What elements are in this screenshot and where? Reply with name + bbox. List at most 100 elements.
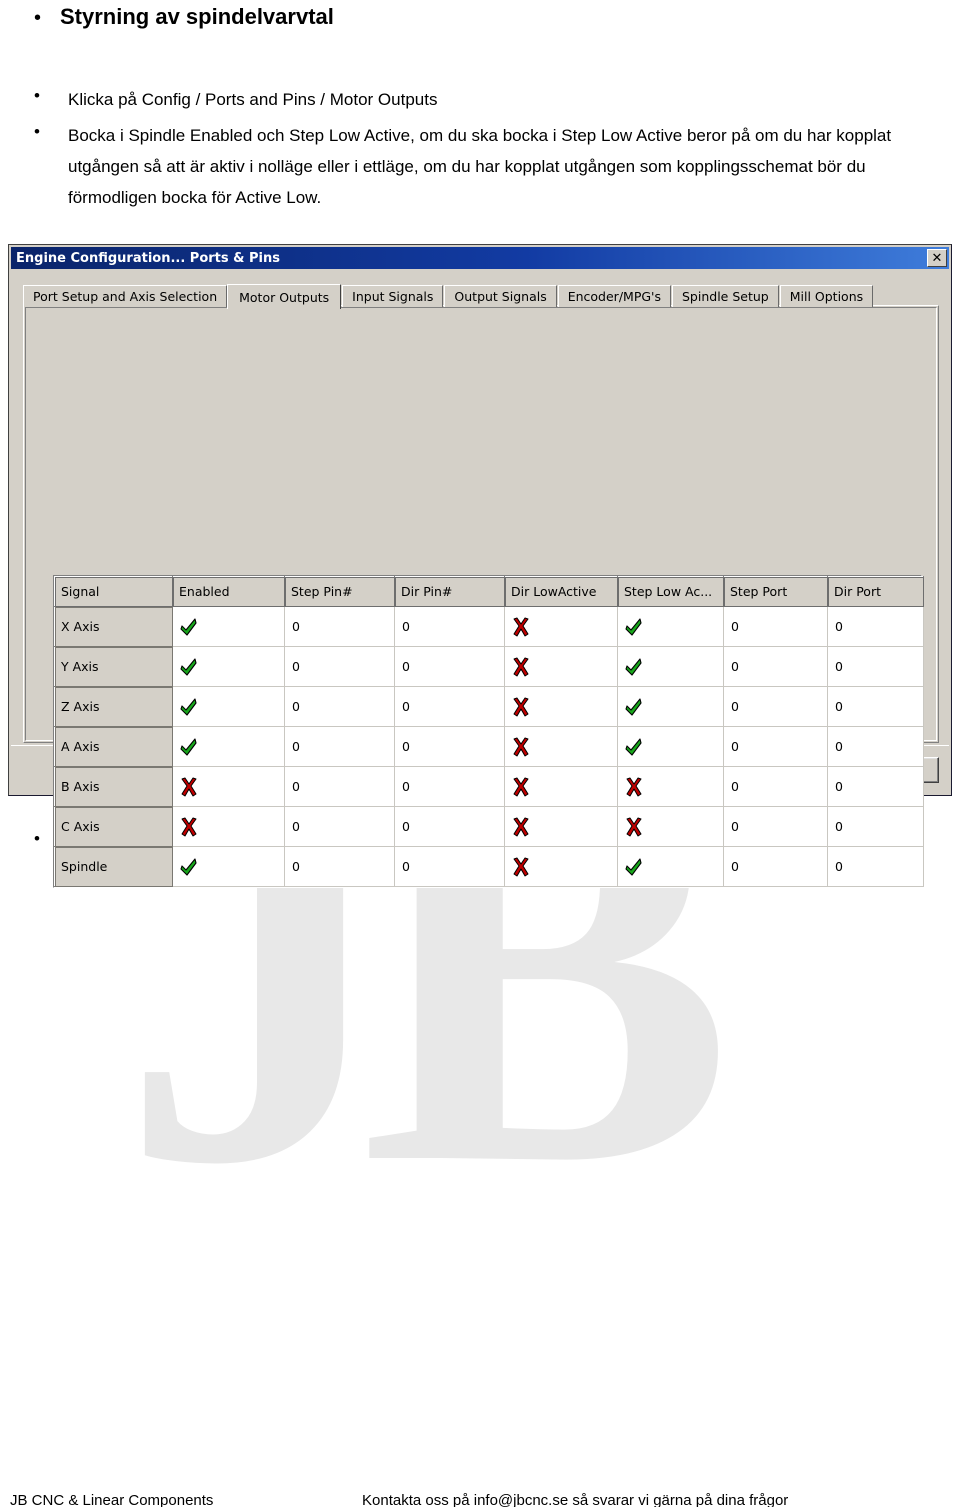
cell-enabled[interactable] xyxy=(172,686,285,727)
cell-enabled[interactable] xyxy=(172,846,285,887)
cell-step-pin[interactable]: 0 xyxy=(284,646,395,687)
check-icon[interactable] xyxy=(625,697,643,717)
column-header-dir-pin[interactable]: Dir Pin# xyxy=(394,576,505,607)
table-row[interactable]: Y Axis 0 0 0 0 xyxy=(54,646,924,687)
cell-dir-pin[interactable]: 0 xyxy=(394,846,505,887)
cell-dir-lowactive[interactable] xyxy=(504,846,618,887)
cell-dir-lowactive[interactable] xyxy=(504,726,618,767)
check-icon[interactable] xyxy=(625,737,643,757)
cross-icon[interactable] xyxy=(512,817,530,837)
tab-motor-outputs[interactable]: Motor Outputs xyxy=(227,284,342,309)
row-header-signal[interactable]: B Axis xyxy=(54,766,173,807)
tab-encoder-mpgs[interactable]: Encoder/MPG's xyxy=(557,285,671,307)
cell-step-lowactive[interactable] xyxy=(617,766,724,807)
column-header-step-port[interactable]: Step Port xyxy=(723,576,828,607)
cell-dir-lowactive[interactable] xyxy=(504,766,618,807)
column-header-signal[interactable]: Signal xyxy=(54,576,173,607)
cell-step-lowactive[interactable] xyxy=(617,726,724,767)
row-header-signal[interactable]: A Axis xyxy=(54,726,173,767)
check-icon[interactable] xyxy=(180,697,198,717)
tab-mill-options[interactable]: Mill Options xyxy=(779,285,874,307)
cell-step-port[interactable]: 0 xyxy=(723,606,828,647)
check-icon[interactable] xyxy=(180,617,198,637)
table-row[interactable]: Spindle 0 0 0 0 xyxy=(54,846,924,887)
cell-dir-lowactive[interactable] xyxy=(504,606,618,647)
cell-dir-lowactive[interactable] xyxy=(504,686,618,727)
cell-step-pin[interactable]: 0 xyxy=(284,846,395,887)
cell-dir-pin[interactable]: 0 xyxy=(394,766,505,807)
cross-icon[interactable] xyxy=(512,777,530,797)
check-icon[interactable] xyxy=(180,657,198,677)
check-icon[interactable] xyxy=(625,617,643,637)
cell-step-pin[interactable]: 0 xyxy=(284,806,395,847)
cross-icon[interactable] xyxy=(512,657,530,677)
cell-step-lowactive[interactable] xyxy=(617,806,724,847)
cross-icon[interactable] xyxy=(512,857,530,877)
row-header-signal[interactable]: C Axis xyxy=(54,806,173,847)
row-header-signal[interactable]: X Axis xyxy=(54,606,173,647)
dialog-titlebar[interactable]: Engine Configuration... Ports & Pins ✕ xyxy=(11,247,949,269)
cell-step-port[interactable]: 0 xyxy=(723,846,828,887)
column-header-dir-lowactive[interactable]: Dir LowActive xyxy=(504,576,618,607)
cross-icon[interactable] xyxy=(180,777,198,797)
cell-dir-pin[interactable]: 0 xyxy=(394,606,505,647)
cell-dir-pin[interactable]: 0 xyxy=(394,726,505,767)
check-icon[interactable] xyxy=(625,857,643,877)
row-header-signal[interactable]: Y Axis xyxy=(54,646,173,687)
check-icon[interactable] xyxy=(625,657,643,677)
cell-step-port[interactable]: 0 xyxy=(723,646,828,687)
tab-output-signals[interactable]: Output Signals xyxy=(444,285,557,307)
cell-step-pin[interactable]: 0 xyxy=(284,686,395,727)
cell-step-pin[interactable]: 0 xyxy=(284,726,395,767)
cell-step-pin[interactable]: 0 xyxy=(284,606,395,647)
cross-icon[interactable] xyxy=(180,817,198,837)
cell-step-lowactive[interactable] xyxy=(617,646,724,687)
cell-enabled[interactable] xyxy=(172,606,285,647)
cell-dir-port[interactable]: 0 xyxy=(827,686,924,727)
cell-step-port[interactable]: 0 xyxy=(723,806,828,847)
cross-icon[interactable] xyxy=(512,697,530,717)
cell-enabled[interactable] xyxy=(172,766,285,807)
cell-step-lowactive[interactable] xyxy=(617,846,724,887)
cell-dir-port[interactable]: 0 xyxy=(827,806,924,847)
column-header-dir-port[interactable]: Dir Port xyxy=(827,576,924,607)
cell-dir-port[interactable]: 0 xyxy=(827,606,924,647)
cell-dir-pin[interactable]: 0 xyxy=(394,686,505,727)
cross-icon[interactable] xyxy=(625,777,643,797)
column-header-enabled[interactable]: Enabled xyxy=(172,576,285,607)
table-row[interactable]: Z Axis 0 0 0 0 xyxy=(54,686,924,727)
cell-step-port[interactable]: 0 xyxy=(723,766,828,807)
row-header-signal[interactable]: Z Axis xyxy=(54,686,173,727)
cell-enabled[interactable] xyxy=(172,646,285,687)
check-icon[interactable] xyxy=(180,737,198,757)
table-row[interactable]: X Axis 0 0 0 0 xyxy=(54,606,924,647)
check-icon[interactable] xyxy=(180,857,198,877)
cell-dir-port[interactable]: 0 xyxy=(827,726,924,767)
cross-icon[interactable] xyxy=(512,617,530,637)
row-header-signal[interactable]: Spindle xyxy=(54,846,173,887)
table-row[interactable]: C Axis 0 0 0 0 xyxy=(54,806,924,847)
cell-dir-port[interactable]: 0 xyxy=(827,766,924,807)
cell-dir-pin[interactable]: 0 xyxy=(394,806,505,847)
motor-outputs-grid[interactable]: Signal Enabled Step Pin# Dir Pin# Dir Lo… xyxy=(53,575,924,888)
tab-input-signals[interactable]: Input Signals xyxy=(342,285,444,307)
cell-dir-lowactive[interactable] xyxy=(504,806,618,847)
cross-icon[interactable] xyxy=(512,737,530,757)
cell-step-lowactive[interactable] xyxy=(617,606,724,647)
cell-step-port[interactable]: 0 xyxy=(723,686,828,727)
table-row[interactable]: A Axis 0 0 0 0 xyxy=(54,726,924,767)
cell-step-pin[interactable]: 0 xyxy=(284,766,395,807)
cell-step-port[interactable]: 0 xyxy=(723,726,828,767)
cross-icon[interactable] xyxy=(625,817,643,837)
cell-dir-lowactive[interactable] xyxy=(504,646,618,687)
close-icon[interactable]: ✕ xyxy=(927,249,947,267)
cell-enabled[interactable] xyxy=(172,726,285,767)
cell-dir-port[interactable]: 0 xyxy=(827,646,924,687)
cell-step-lowactive[interactable] xyxy=(617,686,724,727)
cell-dir-pin[interactable]: 0 xyxy=(394,646,505,687)
tab-port-setup-and-axis-selection[interactable]: Port Setup and Axis Selection xyxy=(23,285,228,307)
column-header-step-pin[interactable]: Step Pin# xyxy=(284,576,395,607)
tab-spindle-setup[interactable]: Spindle Setup xyxy=(672,285,779,307)
column-header-step-lowactive[interactable]: Step Low Ac... xyxy=(617,576,724,607)
cell-dir-port[interactable]: 0 xyxy=(827,846,924,887)
